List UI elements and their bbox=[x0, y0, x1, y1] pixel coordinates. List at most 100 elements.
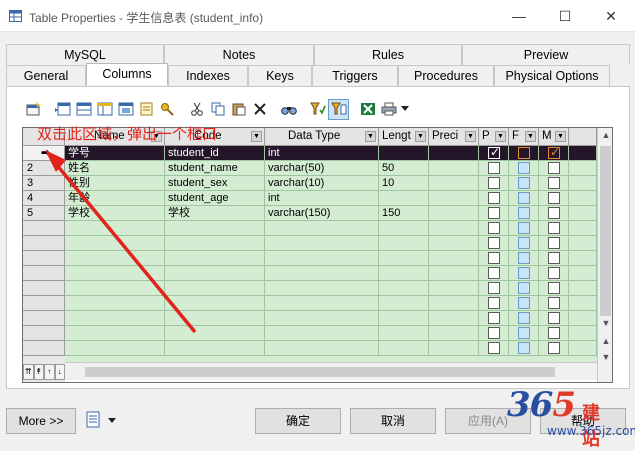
cell-name[interactable]: 年龄 bbox=[65, 191, 165, 206]
add-columns-icon[interactable] bbox=[94, 99, 115, 120]
cell-code[interactable]: student_sex bbox=[165, 176, 265, 191]
cell-precision[interactable] bbox=[429, 191, 479, 206]
cell-length[interactable] bbox=[379, 236, 429, 251]
checkbox-f[interactable] bbox=[518, 147, 530, 159]
row-header-current[interactable]: ➡ bbox=[23, 146, 65, 161]
cell-code[interactable] bbox=[165, 221, 265, 236]
cell-precision[interactable] bbox=[429, 251, 479, 266]
chevron-down-icon[interactable]: ▼ bbox=[365, 131, 376, 142]
tab-general[interactable]: General bbox=[6, 65, 86, 86]
cell-precision[interactable] bbox=[429, 176, 479, 191]
checkbox-p[interactable] bbox=[488, 327, 500, 339]
cell-code[interactable]: student_age bbox=[165, 191, 265, 206]
checkbox-p[interactable] bbox=[488, 267, 500, 279]
cell-name[interactable] bbox=[65, 266, 165, 281]
cell-type[interactable] bbox=[265, 221, 379, 236]
checkbox-p[interactable] bbox=[488, 312, 500, 324]
checkbox-f[interactable] bbox=[518, 177, 530, 189]
move-up-icon[interactable]: ↑ bbox=[44, 364, 55, 380]
cell-type[interactable] bbox=[265, 236, 379, 251]
tab-rules[interactable]: Rules bbox=[314, 44, 462, 65]
cell-length[interactable] bbox=[379, 221, 429, 236]
cell-name[interactable]: 学校 bbox=[65, 206, 165, 221]
row-header[interactable]: 4 bbox=[23, 191, 65, 206]
row-header[interactable] bbox=[23, 236, 65, 251]
checkbox-f[interactable] bbox=[518, 282, 530, 294]
cell-type[interactable]: int bbox=[265, 146, 379, 161]
cell-name[interactable] bbox=[65, 251, 165, 266]
cell-length[interactable] bbox=[379, 326, 429, 341]
checkbox-m[interactable] bbox=[548, 312, 560, 324]
cell-length[interactable]: 10 bbox=[379, 176, 429, 191]
cell-type[interactable]: varchar(150) bbox=[265, 206, 379, 221]
cell-code[interactable] bbox=[165, 296, 265, 311]
checkbox-f[interactable] bbox=[518, 342, 530, 354]
scroll-page-down-icon[interactable]: ▼ bbox=[598, 350, 612, 365]
maximize-button[interactable]: ☐ bbox=[542, 0, 588, 32]
cell-precision[interactable] bbox=[429, 146, 479, 161]
cell-name[interactable] bbox=[65, 326, 165, 341]
cell-precision[interactable] bbox=[429, 281, 479, 296]
dropdown-icon[interactable] bbox=[399, 99, 411, 120]
cell-precision[interactable] bbox=[429, 266, 479, 281]
filter-icon[interactable] bbox=[307, 99, 328, 120]
table-row[interactable]: 学号 student_id int bbox=[65, 145, 597, 161]
cell-length[interactable] bbox=[379, 251, 429, 266]
tab-mysql[interactable]: MySQL bbox=[6, 44, 164, 65]
checkbox-m[interactable] bbox=[548, 237, 560, 249]
reuse-attribute-icon[interactable] bbox=[136, 99, 157, 120]
checkbox-m[interactable] bbox=[548, 162, 560, 174]
cell-length[interactable] bbox=[379, 341, 429, 356]
checkbox-p[interactable] bbox=[488, 237, 500, 249]
checkbox-f[interactable] bbox=[518, 162, 530, 174]
table-row[interactable]: 姓名 student_name varchar(50) 50 bbox=[65, 161, 597, 176]
cell-type[interactable]: varchar(50) bbox=[265, 161, 379, 176]
cell-precision[interactable] bbox=[429, 326, 479, 341]
cell-type[interactable] bbox=[265, 326, 379, 341]
checkbox-p[interactable] bbox=[488, 145, 500, 159]
cell-type[interactable] bbox=[265, 281, 379, 296]
cell-length[interactable] bbox=[379, 146, 429, 161]
checkbox-p[interactable] bbox=[488, 297, 500, 309]
row-header[interactable] bbox=[23, 296, 65, 311]
table-row[interactable]: 学校 学校 varchar(150) 150 bbox=[65, 206, 597, 221]
checkbox-p[interactable] bbox=[488, 177, 500, 189]
checkbox-p[interactable] bbox=[488, 252, 500, 264]
cell-name[interactable]: 性别 bbox=[65, 176, 165, 191]
table-row[interactable] bbox=[65, 251, 597, 266]
cell-precision[interactable] bbox=[429, 311, 479, 326]
cell-precision[interactable] bbox=[429, 206, 479, 221]
tab-indexes[interactable]: Indexes bbox=[168, 65, 248, 86]
table-row[interactable] bbox=[65, 221, 597, 236]
scroll-page-up-icon[interactable]: ▲ bbox=[598, 334, 612, 349]
properties-icon[interactable] bbox=[23, 99, 44, 120]
row-header[interactable] bbox=[23, 251, 65, 266]
checkbox-m[interactable] bbox=[548, 207, 560, 219]
chevron-down-icon[interactable]: ▼ bbox=[415, 131, 426, 142]
checkbox-m[interactable] bbox=[548, 177, 560, 189]
cell-type[interactable]: int bbox=[265, 191, 379, 206]
checkbox-m[interactable] bbox=[548, 297, 560, 309]
tab-preview[interactable]: Preview bbox=[462, 44, 630, 65]
cell-name[interactable]: 姓名 bbox=[65, 161, 165, 176]
column-header-data-type[interactable]: Data Type ▼ bbox=[265, 128, 379, 146]
row-header[interactable]: 3 bbox=[23, 176, 65, 191]
cell-precision[interactable] bbox=[429, 236, 479, 251]
checkbox-f[interactable] bbox=[518, 237, 530, 249]
checkbox-p[interactable] bbox=[488, 222, 500, 234]
chevron-down-icon[interactable]: ▼ bbox=[525, 131, 536, 142]
checkbox-f[interactable] bbox=[518, 252, 530, 264]
cell-precision[interactable] bbox=[429, 341, 479, 356]
table-row[interactable] bbox=[65, 311, 597, 326]
table-row[interactable] bbox=[65, 236, 597, 251]
scroll-thumb[interactable] bbox=[600, 146, 611, 316]
customize-columns-icon[interactable] bbox=[328, 98, 349, 120]
cell-length[interactable] bbox=[379, 311, 429, 326]
cell-length[interactable] bbox=[379, 191, 429, 206]
move-page-up-icon[interactable]: ↟ bbox=[33, 364, 44, 380]
column-header-primary[interactable]: P ▼ bbox=[479, 128, 509, 146]
checkbox-f[interactable] bbox=[518, 222, 530, 234]
horizontal-scrollbar[interactable] bbox=[65, 362, 597, 380]
column-header-precision[interactable]: Preci ▼ bbox=[429, 128, 479, 146]
chevron-down-icon[interactable]: ▼ bbox=[465, 131, 476, 142]
